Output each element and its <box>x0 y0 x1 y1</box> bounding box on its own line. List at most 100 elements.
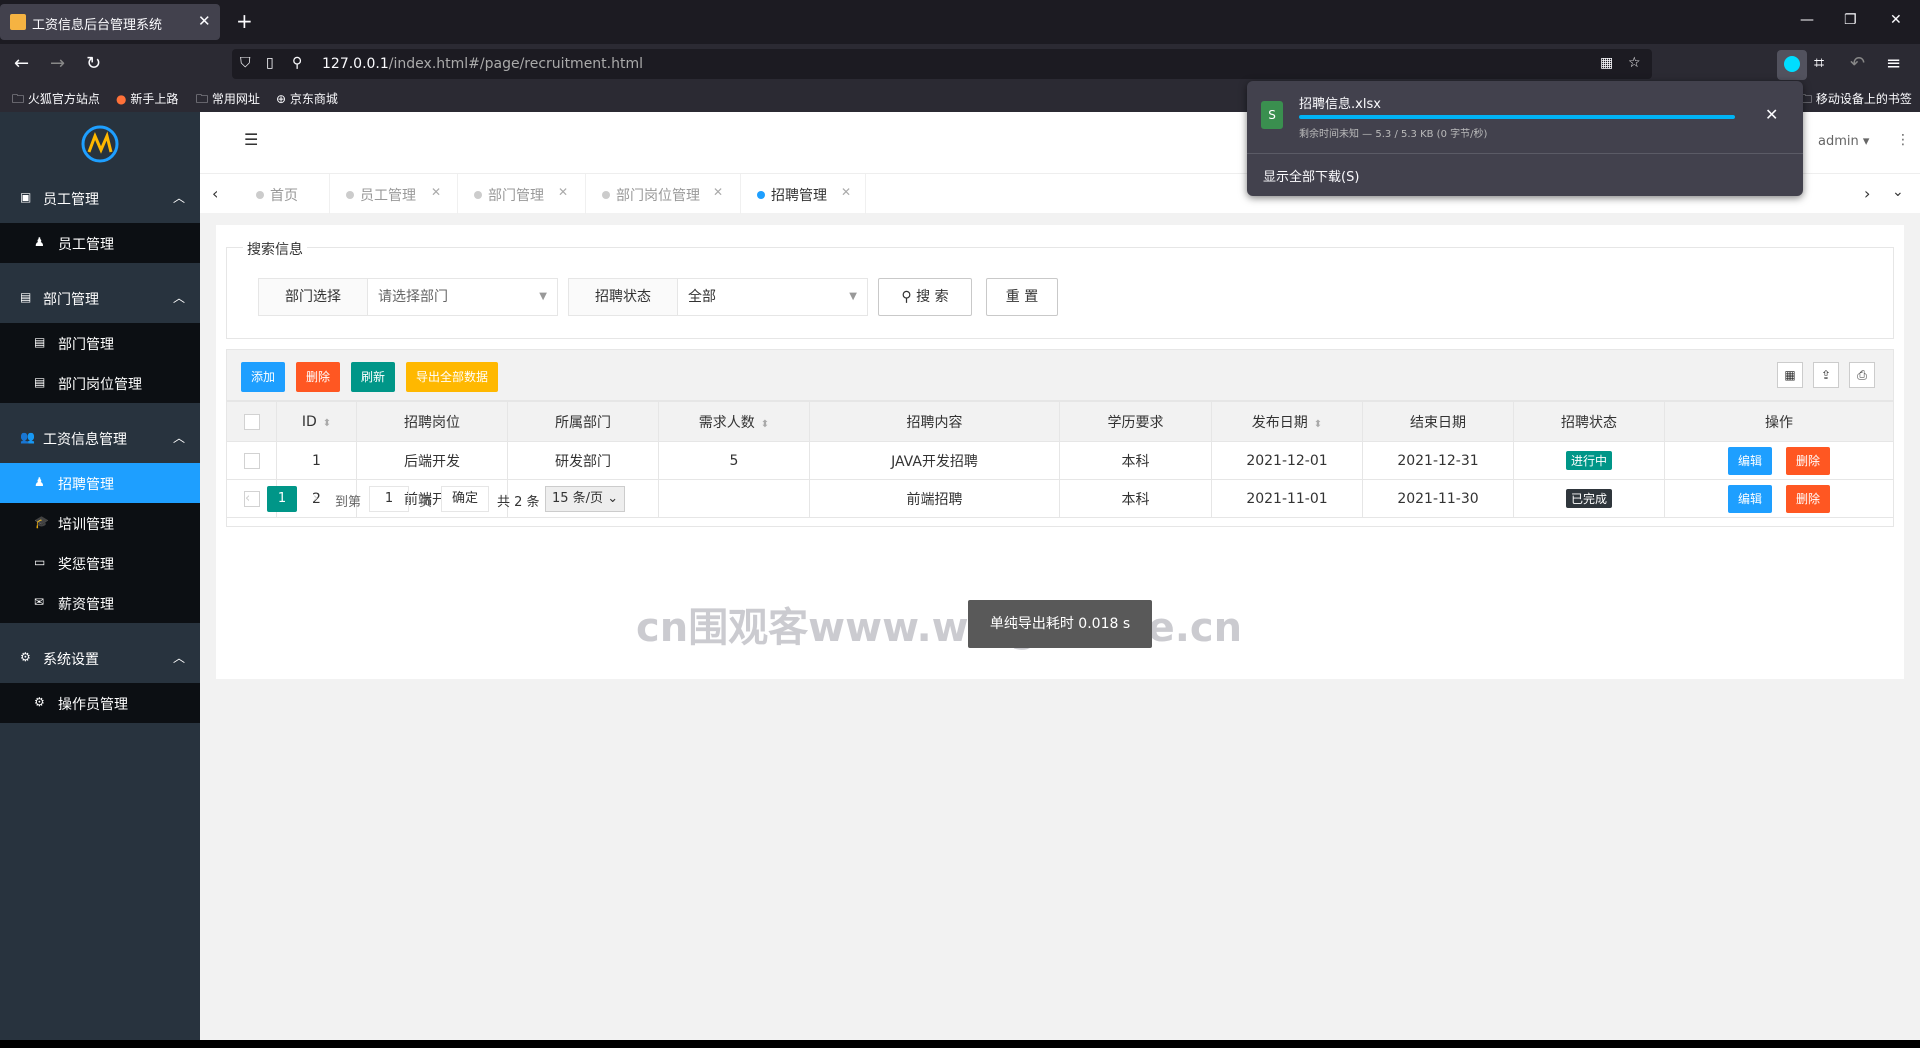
download-panel: S 招聘信息.xlsx 剩余时间未知 — 5.3 / 5.3 KB (0 字节/… <box>1247 81 1803 196</box>
sidebar-group-employee[interactable]: ▣ 员工管理 ︿ <box>0 173 200 223</box>
show-all-downloads[interactable]: 显示全部下载(S) <box>1263 166 1359 185</box>
bookmark-item[interactable]: ⊕ 京东商城 <box>276 90 338 107</box>
mobile-bookmarks[interactable]: 🗀 移动设备上的书签 <box>1800 90 1912 111</box>
tab-recruitment[interactable]: 招聘管理 ✕ <box>741 174 866 214</box>
caret-down-icon: ▼ <box>849 291 857 302</box>
goto-label: 到第 <box>335 495 362 510</box>
sidebar-group-dept[interactable]: ▤ 部门管理 ︿ <box>0 273 200 323</box>
sidebar: ▣ 员工管理 ︿ ♟ 员工管理 ▤ 部门管理 ︿ ▤ 部门管理 ▤ 部门岗位管理… <box>0 112 200 1040</box>
page-icon[interactable]: ▯ <box>266 55 274 71</box>
screenshot-icon[interactable]: ⌗ <box>1814 53 1824 74</box>
browser-nav-bar: ← → ↻ ⛉ ▯ ⚲ 127.0.0.1/index.html#/page/r… <box>0 44 1920 84</box>
close-tab-icon[interactable]: ✕ <box>198 12 211 30</box>
restore-icon[interactable]: ❐ <box>1844 12 1857 28</box>
logo-icon <box>81 125 119 163</box>
row-delete-button[interactable]: 删除 <box>1786 446 1830 475</box>
new-tab-button[interactable]: + <box>236 9 253 33</box>
download-cancel-icon[interactable]: ✕ <box>1765 105 1778 124</box>
favicon-icon <box>10 14 26 30</box>
columns-icon[interactable]: ▦ <box>1777 362 1803 388</box>
tabs-left-icon[interactable]: ‹ <box>212 184 218 203</box>
sidebar-item-recruitment[interactable]: ♟ 招聘管理 <box>0 463 200 503</box>
browser-tab[interactable]: 工资信息后台管理系统 ✕ <box>0 4 220 40</box>
download-progress <box>1299 115 1735 119</box>
print-icon[interactable]: ⎙ <box>1849 362 1875 388</box>
col-start[interactable]: 发布日期 ⬍ <box>1211 401 1363 442</box>
sidebar-item-employee[interactable]: ♟ 员工管理 <box>0 223 200 263</box>
sidebar-item-operator[interactable]: ⚙ 操作员管理 <box>0 683 200 723</box>
sidebar-group-salary[interactable]: 👥 工资信息管理 ︿ <box>0 413 200 463</box>
close-icon: ✕ <box>713 185 724 199</box>
total-count: 共 2 条 <box>497 495 540 510</box>
caret-down-icon: ▼ <box>539 291 547 302</box>
url-bar[interactable]: ⛉ ▯ ⚲ 127.0.0.1/index.html#/page/recruit… <box>232 49 1652 79</box>
dept-select[interactable]: 请选择部门 ▼ <box>368 278 558 316</box>
delete-button[interactable]: 删除 <box>296 362 341 392</box>
col-count[interactable]: 需求人数 ⬍ <box>658 401 810 442</box>
bookmark-item[interactable]: 🗀 火狐官方站点 <box>12 90 100 111</box>
shield-icon[interactable]: ⛉ <box>240 55 251 71</box>
reset-button[interactable]: 重 置 <box>986 278 1058 316</box>
row-checkbox[interactable] <box>243 452 260 469</box>
prev-page-icon[interactable]: ‹ <box>245 491 250 506</box>
close-window-icon[interactable]: ✕ <box>1890 12 1902 28</box>
tab-home[interactable]: 首页 <box>240 174 330 214</box>
logo <box>0 112 200 173</box>
tabs-dropdown-icon[interactable]: ⌄ <box>1892 184 1904 200</box>
permissions-icon[interactable]: ⚲ <box>292 55 302 71</box>
sidebar-item-reward[interactable]: ▭ 奖惩管理 <box>0 543 200 583</box>
sidebar-item-dept-position[interactable]: ▤ 部门岗位管理 <box>0 363 200 403</box>
goto-page-input[interactable]: 1 <box>369 486 409 512</box>
collapse-menu-icon[interactable]: ☰ <box>244 130 258 149</box>
back-icon[interactable]: ← <box>14 53 29 74</box>
chevron-up-icon: ︿ <box>173 651 186 665</box>
star-icon[interactable]: ☆ <box>1628 55 1641 71</box>
users-icon: 👥 <box>20 430 35 444</box>
envelope-icon: ✉ <box>34 595 45 609</box>
next-page-icon[interactable]: › <box>313 491 318 506</box>
more-icon[interactable]: ⋮ <box>1896 132 1910 148</box>
sidebar-item-payroll[interactable]: ✉ 薪资管理 <box>0 583 200 623</box>
col-edu: 学历要求 <box>1059 401 1212 442</box>
search-button[interactable]: ⚲ 搜 索 <box>878 278 972 316</box>
reload-icon[interactable]: ↻ <box>86 53 101 74</box>
export-button[interactable]: 导出全部数据 <box>406 362 499 392</box>
downloads-icon[interactable] <box>1777 50 1807 80</box>
add-button[interactable]: 添加 <box>241 362 286 392</box>
browser-tab-title: 工资信息后台管理系统 <box>32 18 163 33</box>
table-toolbar: 添加 删除 刷新 导出全部数据 ▦ ⇪ ⎙ <box>226 349 1894 401</box>
tab-employee[interactable]: 员工管理 ✕ <box>330 174 458 214</box>
page-unit-label: 页 <box>419 495 433 510</box>
close-icon: ✕ <box>558 185 569 199</box>
export-icon[interactable]: ⇪ <box>1813 362 1839 388</box>
tab-dept[interactable]: 部门管理 ✕ <box>458 174 586 214</box>
sidebar-item-dept[interactable]: ▤ 部门管理 <box>0 323 200 363</box>
col-id[interactable]: ID ⬍ <box>276 401 357 442</box>
select-all-checkbox[interactable] <box>243 413 260 430</box>
refresh-button[interactable]: 刷新 <box>351 362 396 392</box>
undo-icon[interactable]: ↶ <box>1850 53 1865 74</box>
forward-icon[interactable]: → <box>50 53 65 74</box>
confirm-page-button[interactable]: 确定 <box>441 486 490 512</box>
gears-icon: ⚙ <box>34 695 45 709</box>
qr-code-icon[interactable]: ▦ <box>1600 55 1613 71</box>
user-menu[interactable]: admin ▾ <box>1818 134 1869 149</box>
edit-button[interactable]: 编辑 <box>1728 446 1772 475</box>
tab-dept-position[interactable]: 部门岗位管理 ✕ <box>586 174 741 214</box>
menu-icon[interactable]: ≡ <box>1886 53 1901 74</box>
gears-icon: ⚙ <box>20 650 31 664</box>
close-icon: ✕ <box>431 185 442 199</box>
bookmark-item[interactable]: 🗀 常用网址 <box>196 90 260 111</box>
bookmark-item[interactable]: ● 新手上路 <box>116 90 178 107</box>
sidebar-item-training[interactable]: 🎓 培训管理 <box>0 503 200 543</box>
sort-icon: ⬍ <box>322 417 332 429</box>
sidebar-group-settings[interactable]: ⚙ 系统设置 ︿ <box>0 633 200 683</box>
status-select[interactable]: 全部 ▼ <box>678 278 868 316</box>
per-page-select[interactable]: 15 条/页 ⌄ <box>545 486 626 512</box>
tabs-right-icon[interactable]: › <box>1864 184 1870 203</box>
minimize-icon[interactable]: — <box>1800 12 1814 28</box>
search-form: 搜索信息 部门选择 请选择部门 ▼ 招聘状态 全部 ▼ ⚲ 搜 索 重 置 <box>226 239 1894 339</box>
url-text: 127.0.0.1/index.html#/page/recruitment.h… <box>322 56 644 72</box>
download-filename[interactable]: 招聘信息.xlsx <box>1299 93 1381 112</box>
page-number[interactable]: 1 <box>267 486 297 512</box>
